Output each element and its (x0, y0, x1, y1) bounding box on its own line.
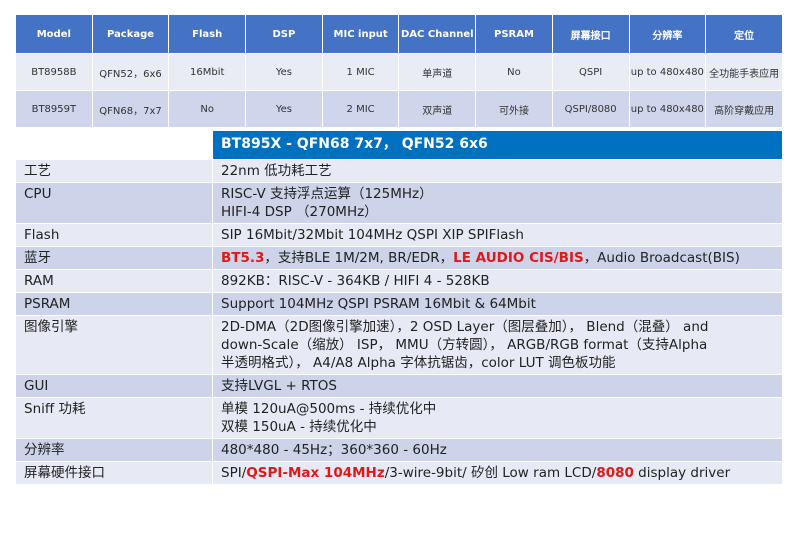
cell-model: BT8959T (15, 90, 93, 128)
spec-value: 22nm 低功耗工艺 (212, 159, 783, 183)
spec-row-psram: PSRAM Support 104MHz QSPI PSRAM 16Mbit &… (15, 292, 783, 316)
spec-value: BT5.3，支持BLE 1M/2M, BR/EDR，LE AUDIO CIS/B… (212, 246, 783, 270)
spec-value: 2D-DMA（2D图像引擎加速），2 OSD Layer（图层叠加）， Blen… (212, 315, 783, 375)
spec-label: CPU (15, 182, 213, 224)
spec-row-flash: Flash SIP 16Mbit/32Mbit 104MHz QSPI XIP … (15, 223, 783, 247)
header-row: Model Package Flash DSP MIC input DAC Ch… (15, 14, 783, 54)
header-dsp: DSP (245, 14, 323, 54)
spec-row-process: 工艺 22nm 低功耗工艺 (15, 159, 783, 183)
spec-value: 892KB：RISC-V - 364KB / HIFI 4 - 528KB (212, 269, 783, 293)
cell-package: QFN52，6x6 (91, 53, 170, 91)
cell-psram: No (475, 53, 553, 91)
cell-flash: No (168, 90, 247, 128)
cell-mic-input: 2 MIC (321, 90, 400, 128)
header-dac-channel: DAC Channel (398, 14, 477, 54)
spec-value-text: /3-wire-9bit/ 矽创 Low ram LCD/ (384, 465, 597, 481)
spec-row-cpu: CPU RISC-V 支持浮点运算（125MHz） HIFI-4 DSP （27… (15, 182, 783, 224)
cell-psram: 可外接 (475, 90, 553, 128)
spec-title: BT895X - QFN68 7x7， QFN52 6x6 (212, 130, 783, 160)
cell-package: QFN68，7x7 (91, 90, 170, 128)
spec-value: Support 104MHz QSPI PSRAM 16Mbit & 64Mbi… (212, 292, 783, 316)
header-package: Package (91, 14, 170, 54)
spec-value: RISC-V 支持浮点运算（125MHz） HIFI-4 DSP （270MHz… (212, 182, 783, 224)
spec-value: 480*480 - 45Hz；360*360 - 60Hz (212, 438, 783, 462)
model-comparison-table: Model Package Flash DSP MIC input DAC Ch… (15, 14, 783, 128)
spec-value-line: HIFI-4 DSP （270MHz） (221, 204, 378, 220)
spec-value: SPI/QSPI-Max 104MHz/3-wire-9bit/ 矽创 Low … (212, 461, 783, 485)
spec-value-line: down-Scale（缩放） ISP， MMU（方转圆）， ARGB/RGB f… (221, 337, 708, 353)
header-flash: Flash (168, 14, 247, 54)
spec-value-text: ，Audio Broadcast(BIS) (583, 250, 740, 266)
spec-label: Sniff 功耗 (15, 397, 213, 439)
cell-model: BT8958B (15, 53, 93, 91)
spec-label: Flash (15, 223, 213, 247)
spec-value-text: ，支持BLE 1M/2M, BR/EDR， (264, 250, 454, 266)
spec-value: 支持LVGL + RTOS (212, 374, 783, 398)
spec-title-row: BT895X - QFN68 7x7， QFN52 6x6 (15, 130, 783, 160)
header-positioning: 定位 (705, 14, 783, 54)
cell-dac-channel: 单声道 (398, 53, 477, 91)
cell-screen-interface: QSPI/8080 (551, 90, 630, 128)
spec-label: PSRAM (15, 292, 213, 316)
cell-dsp: Yes (245, 53, 323, 91)
header-mic-input: MIC input (321, 14, 400, 54)
spec-value: SIP 16Mbit/32Mbit 104MHz QSPI XIP SPIFla… (212, 223, 783, 247)
spec-value-line: 双模 150uA - 持续优化中 (221, 419, 377, 435)
spec-value-line: 2D-DMA（2D图像引擎加速），2 OSD Layer（图层叠加）， Blen… (221, 319, 709, 335)
spec-value-line: RISC-V 支持浮点运算（125MHz） (221, 186, 433, 202)
spec-label: 图像引擎 (15, 315, 213, 375)
cell-flash: 16Mbit (168, 53, 247, 91)
spec-value: 单模 120uA@500ms - 持续优化中 双模 150uA - 持续优化中 (212, 397, 783, 439)
cell-resolution: up to 480x480 (628, 90, 707, 128)
spec-label: 工艺 (15, 159, 213, 183)
spec-label: GUI (15, 374, 213, 398)
header-psram: PSRAM (475, 14, 553, 54)
spec-label: RAM (15, 269, 213, 293)
bt-version-highlight: BT5.3 (221, 250, 265, 266)
spec-row-bluetooth: 蓝牙 BT5.3，支持BLE 1M/2M, BR/EDR，LE AUDIO CI… (15, 246, 783, 270)
spec-value-line: 单模 120uA@500ms - 持续优化中 (221, 401, 437, 417)
spec-label: 屏幕硬件接口 (15, 461, 213, 485)
le-audio-highlight: LE AUDIO CIS/BIS (453, 250, 584, 266)
spec-row-sniff-power: Sniff 功耗 单模 120uA@500ms - 持续优化中 双模 150uA… (15, 397, 783, 439)
cell-positioning: 全功能手表应用 (705, 53, 783, 91)
spec-row-display-interface: 屏幕硬件接口 SPI/QSPI-Max 104MHz/3-wire-9bit/ … (15, 461, 783, 485)
cell-dac-channel: 双声道 (398, 90, 477, 128)
spec-value-text: SPI/ (221, 465, 247, 481)
spec-value-text: display driver (633, 465, 731, 481)
cell-dsp: Yes (245, 90, 323, 128)
cell-positioning: 高阶穿戴应用 (705, 90, 783, 128)
8080-highlight: 8080 (596, 465, 634, 481)
spec-label: 蓝牙 (15, 246, 213, 270)
header-screen-interface: 屏幕接口 (551, 14, 630, 54)
header-resolution: 分辨率 (628, 14, 707, 54)
spec-row-image-engine: 图像引擎 2D-DMA（2D图像引擎加速），2 OSD Layer（图层叠加），… (15, 315, 783, 375)
cell-mic-input: 1 MIC (321, 53, 400, 91)
spec-row-gui: GUI 支持LVGL + RTOS (15, 374, 783, 398)
header-model: Model (15, 14, 93, 54)
spec-value-line: 半透明格式）， A4/A8 Alpha 字体抗锯齿，color LUT 调色板功… (221, 355, 616, 371)
spec-row-resolution: 分辨率 480*480 - 45Hz；360*360 - 60Hz (15, 438, 783, 462)
table-row: BT8959T QFN68，7x7 No Yes 2 MIC 双声道 可外接 Q… (15, 90, 783, 128)
qspi-highlight: QSPI-Max 104MHz (246, 465, 385, 481)
cell-resolution: up to 480x480 (628, 53, 707, 91)
spec-label: 分辨率 (15, 438, 213, 462)
spec-table: BT895X - QFN68 7x7， QFN52 6x6 工艺 22nm 低功… (15, 130, 783, 485)
table-row: BT8958B QFN52，6x6 16Mbit Yes 1 MIC 单声道 N… (15, 53, 783, 91)
spec-title-blank (15, 130, 213, 160)
cell-screen-interface: QSPI (551, 53, 630, 91)
spec-row-ram: RAM 892KB：RISC-V - 364KB / HIFI 4 - 528K… (15, 269, 783, 293)
